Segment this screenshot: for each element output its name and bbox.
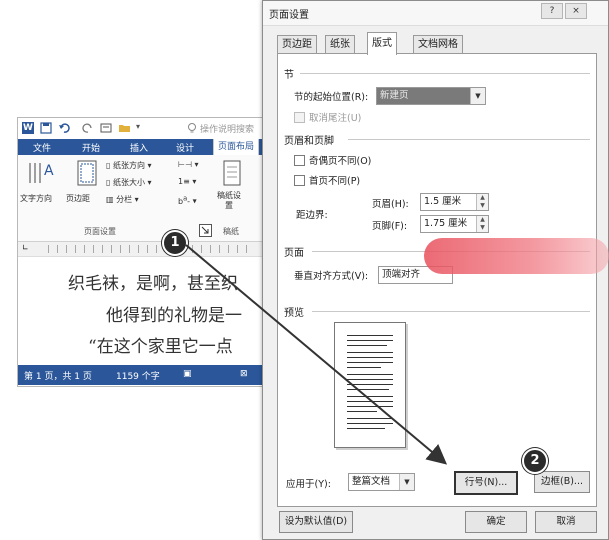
tab-layout[interactable]: 版式: [367, 32, 397, 55]
callout-arrow: [185, 244, 448, 465]
